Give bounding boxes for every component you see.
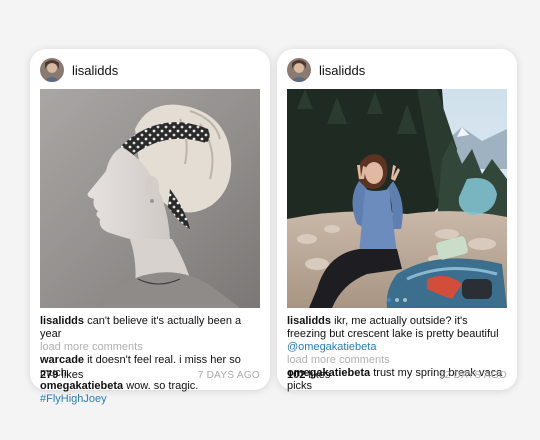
- likes[interactable]: 102 likes: [287, 369, 330, 381]
- carousel-dot[interactable]: [403, 298, 407, 302]
- likes-label: likes: [308, 369, 331, 381]
- post-photo[interactable]: [40, 89, 260, 308]
- caption: lisalidds ikr, me actually outside? it's…: [287, 315, 507, 354]
- avatar[interactable]: [287, 58, 311, 82]
- timestamp: 7 DAYS AGO: [197, 370, 260, 381]
- post-photo[interactable]: [287, 89, 507, 308]
- post-footer: 102 likes 12 DAYS AGO: [287, 369, 507, 381]
- hashtag-link[interactable]: #FlyHighJoey: [40, 393, 107, 405]
- carousel-dot[interactable]: [387, 298, 391, 302]
- comments-section: lisalidds can't believe it's actually be…: [40, 315, 260, 406]
- comment-author[interactable]: omegakatiebeta: [40, 380, 123, 392]
- post-header: lisalidds: [40, 49, 260, 89]
- comment-text: wow. so tragic.: [126, 380, 199, 392]
- caption-author[interactable]: lisalidds: [287, 315, 331, 327]
- comments-section: lisalidds ikr, me actually outside? it's…: [287, 315, 507, 393]
- post-card: lisalidds: [30, 49, 270, 405]
- username[interactable]: lisalidds: [319, 63, 365, 78]
- mention-link[interactable]: @omegakatiebeta: [287, 341, 376, 353]
- comment-author[interactable]: warcade: [40, 354, 84, 366]
- avatar[interactable]: [40, 58, 64, 82]
- load-more-comments-link[interactable]: load more comments: [40, 341, 260, 354]
- post-header: lisalidds: [287, 49, 507, 89]
- timestamp: 12 DAYS AGO: [438, 370, 507, 381]
- caption: lisalidds can't believe it's actually be…: [40, 315, 260, 341]
- carousel-dot[interactable]: [395, 298, 399, 302]
- carousel-indicator[interactable]: [287, 298, 507, 302]
- comment: omegakatiebeta wow. so tragic. #FlyHighJ…: [40, 380, 260, 406]
- caption-author[interactable]: lisalidds: [40, 315, 84, 327]
- username[interactable]: lisalidds: [72, 63, 118, 78]
- post-card: lisalidds: [277, 49, 517, 393]
- likes-label: likes: [61, 369, 84, 381]
- likes-count: 102: [287, 369, 306, 381]
- load-more-comments-link[interactable]: load more comments: [287, 354, 507, 367]
- likes-count: 279: [40, 369, 59, 381]
- likes[interactable]: 279 likes: [40, 369, 83, 381]
- post-footer: 279 likes 7 DAYS AGO: [40, 369, 260, 381]
